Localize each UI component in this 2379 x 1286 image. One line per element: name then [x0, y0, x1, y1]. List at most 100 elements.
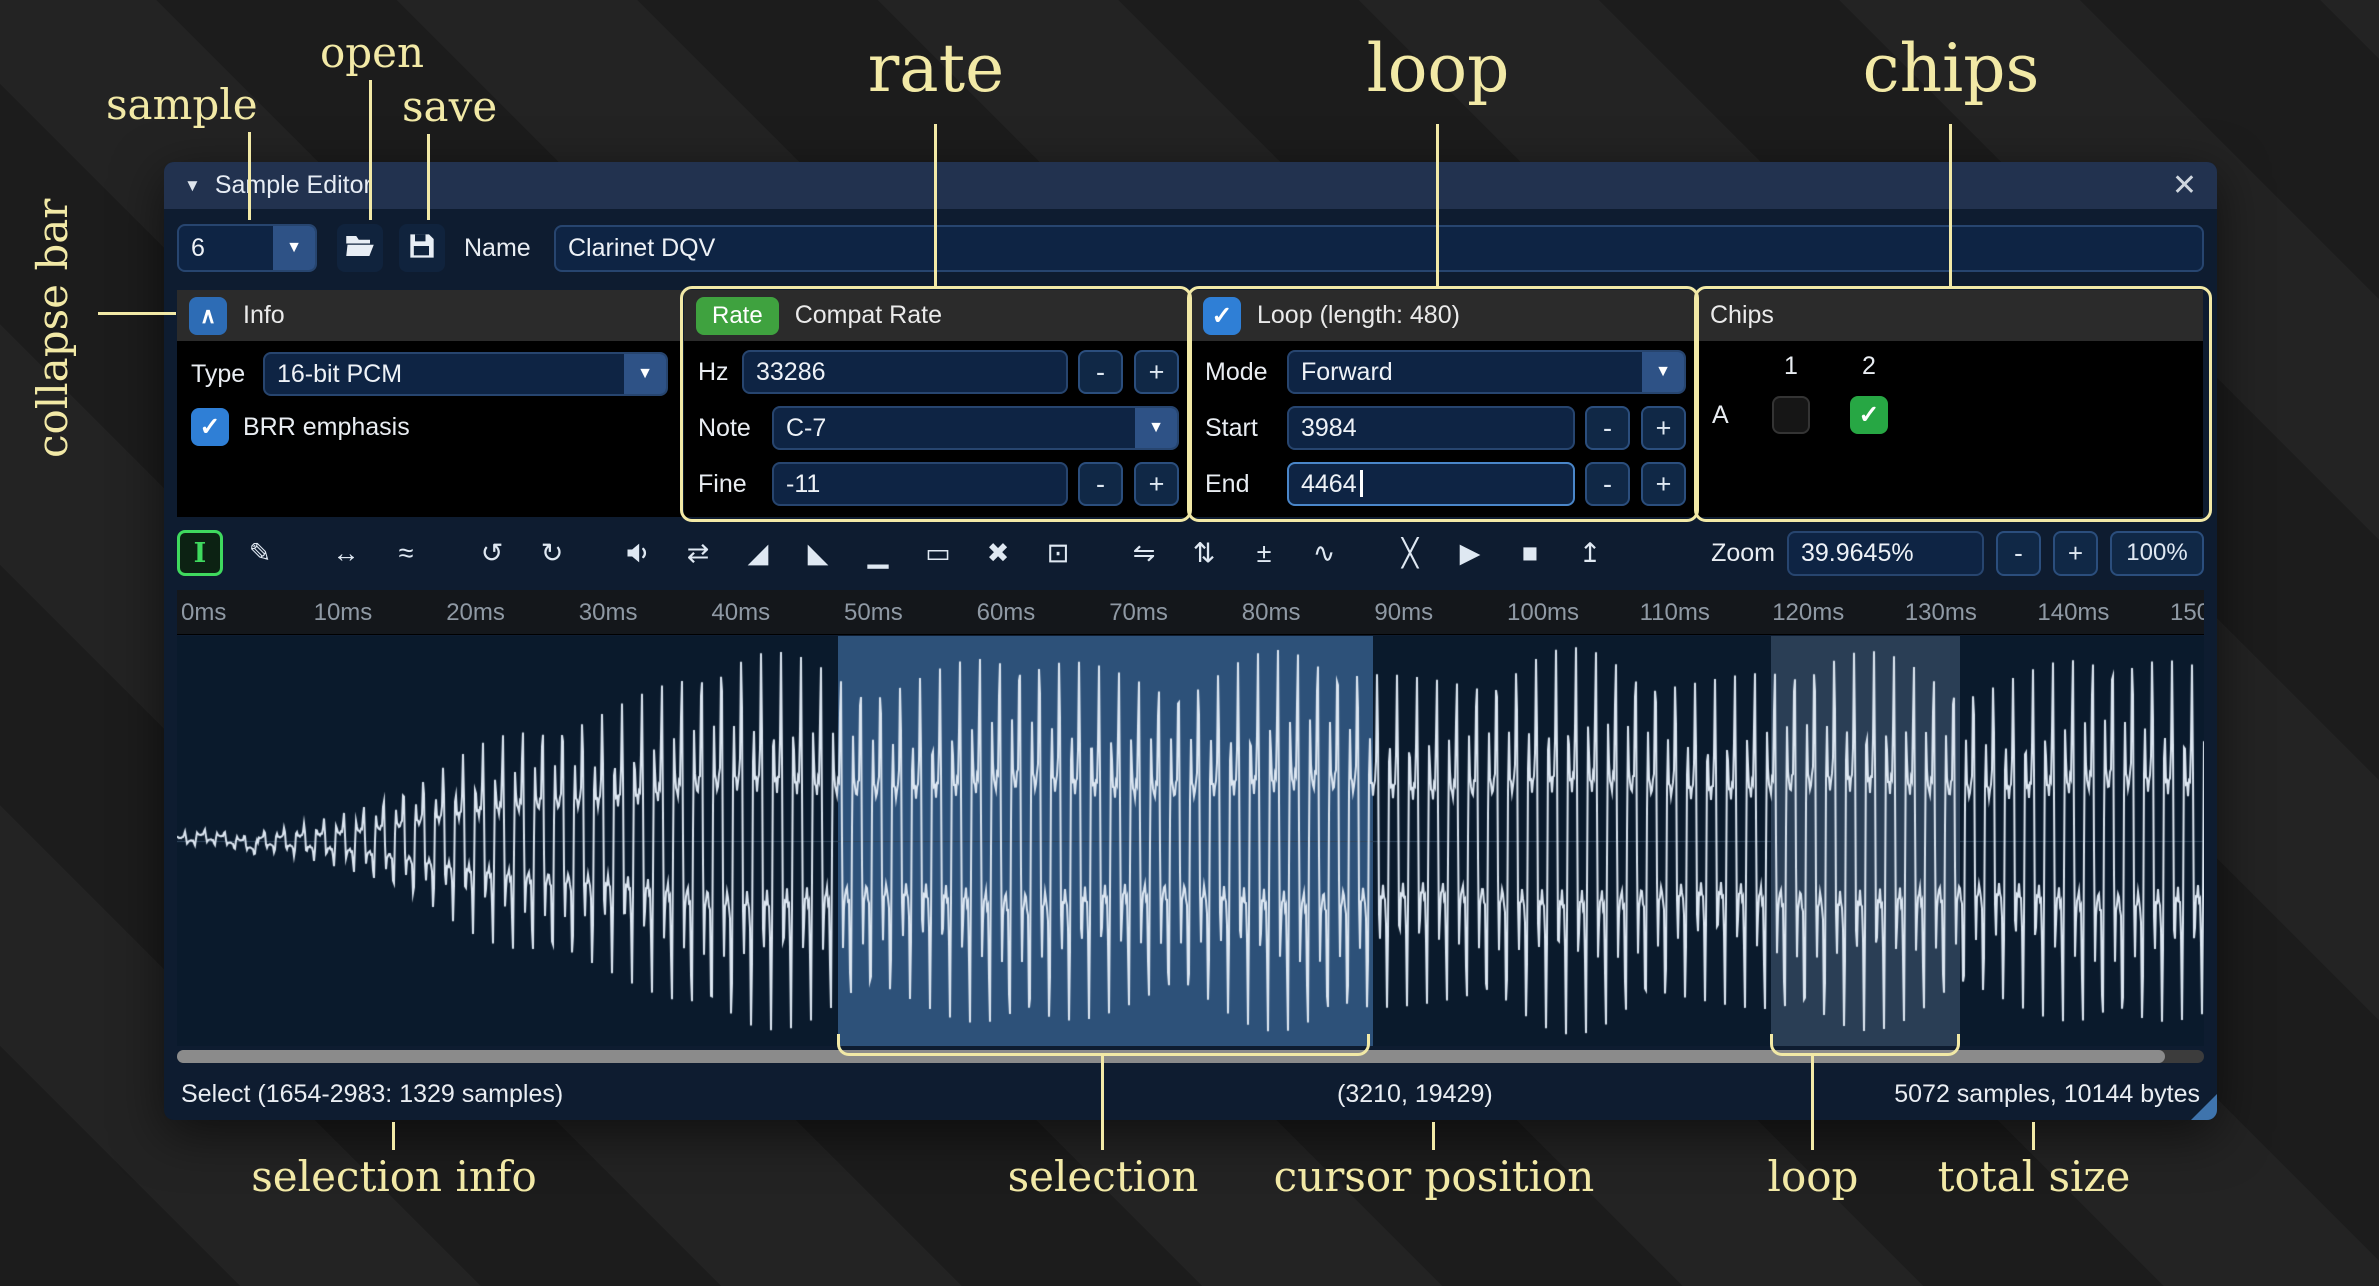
folder-open-icon: [345, 231, 375, 266]
ruler-label: 0ms: [181, 599, 226, 627]
trim-icon[interactable]: ⊡: [1035, 530, 1081, 576]
invert-icon[interactable]: ⇅: [1181, 530, 1227, 576]
reverse-icon[interactable]: ⇋: [1121, 530, 1167, 576]
ruler-label: 50ms: [844, 599, 903, 627]
annotation-cursor-position: cursor position: [1274, 1152, 1595, 1201]
ruler-label: 60ms: [977, 599, 1036, 627]
timeline-ruler: 0ms10ms20ms30ms40ms50ms60ms70ms80ms90ms1…: [177, 590, 2204, 635]
zoom-label: Zoom: [1711, 531, 1775, 575]
status-bar: Select (1654-2983: 1329 samples) (3210, …: [177, 1067, 2204, 1120]
name-label: Name: [464, 224, 531, 272]
resize-icon[interactable]: ↔: [323, 530, 369, 576]
info-panel-title: Info: [243, 301, 285, 330]
selection-bracket: [837, 1034, 1370, 1056]
select-tool-icon[interactable]: I: [177, 530, 223, 576]
waveform-view: [177, 636, 2204, 1046]
highlight-box-loop: [1187, 286, 1699, 522]
fade-out-icon[interactable]: ◣: [795, 530, 841, 576]
sample-number-dropdown[interactable]: 6 ▼: [177, 224, 317, 272]
annotation-line: [1436, 124, 1439, 286]
import-icon[interactable]: ↥: [1567, 530, 1613, 576]
ruler-label: 130ms: [1905, 599, 1977, 627]
window-collapse-icon[interactable]: ▼: [184, 176, 201, 196]
zoom-input[interactable]: 39.9645%: [1787, 531, 1984, 576]
zoom-in-button[interactable]: +: [2053, 531, 2098, 576]
annotation-collapse-bar: collapse bar: [28, 178, 77, 458]
ruler-label: 110ms: [1640, 599, 1710, 627]
annotation-sample: sample: [106, 80, 258, 129]
annotation-save: save: [402, 82, 497, 131]
brr-emphasis-checkbox[interactable]: ✓: [191, 408, 229, 446]
highlight-box-chips: [1694, 286, 2212, 522]
annotation-rate: rate: [868, 30, 1004, 107]
type-dropdown[interactable]: 16-bit PCM ▼: [263, 352, 668, 396]
tool-group: ⇋ ⇅ ± ∿: [1121, 530, 1347, 576]
chevron-down-icon: ▼: [273, 226, 315, 270]
annotation-line: [1949, 124, 1952, 286]
tool-group: ↔≈: [323, 530, 429, 576]
annotation-line: [1101, 1056, 1104, 1150]
annotation-chips: chips: [1863, 30, 2040, 107]
annotation-open: open: [320, 28, 424, 77]
annotation-selection: selection: [1008, 1152, 1199, 1201]
selection-info-text: Select (1654-2983: 1329 samples): [181, 1080, 563, 1109]
insert-silence-icon[interactable]: ▁: [855, 530, 901, 576]
tool-group: ╳ ▶ ■ ↥: [1387, 530, 1613, 576]
annotation-selection-info: selection info: [251, 1152, 537, 1201]
ruler-label: 120ms: [1772, 599, 1844, 627]
zoom-reset-button[interactable]: 100%: [2110, 531, 2204, 576]
zoom-out-button[interactable]: -: [1996, 531, 2041, 576]
delete-icon[interactable]: ✖: [975, 530, 1021, 576]
tool-group: ↺↻: [469, 530, 575, 576]
collapse-bar-icon[interactable]: ∧: [189, 297, 227, 335]
waveform-canvas[interactable]: [177, 636, 2204, 1046]
annotation-loop-bottom: loop: [1768, 1152, 1859, 1201]
resize-grip[interactable]: [2191, 1094, 2217, 1120]
undo-icon[interactable]: ↺: [469, 530, 515, 576]
ruler-label: 150ms: [2170, 599, 2204, 627]
apply-silence-icon[interactable]: ▭: [915, 530, 961, 576]
sign-icon[interactable]: ±: [1241, 530, 1287, 576]
resample-icon[interactable]: ≈: [383, 530, 429, 576]
highlight-box-rate: [680, 286, 1192, 522]
redo-icon[interactable]: ↻: [529, 530, 575, 576]
toolbar-groups: I✎↔≈↺↻⇄◢◣▁▭✖⊡⇋⇅±∿╳▶■↥: [177, 530, 1653, 576]
ruler-label: 40ms: [711, 599, 770, 627]
annotation-line: [1432, 1122, 1435, 1150]
ruler-label: 70ms: [1109, 599, 1168, 627]
normalize-icon[interactable]: ⇄: [675, 530, 721, 576]
sample-number-value: 6: [179, 226, 273, 270]
ruler-label: 20ms: [446, 599, 505, 627]
ruler-label: 10ms: [314, 599, 373, 627]
zoom-cluster: Zoom 39.9645% - + 100%: [1711, 531, 2204, 576]
type-label: Type: [191, 352, 245, 396]
type-value: 16-bit PCM: [265, 354, 624, 394]
brr-emphasis-label: BRR emphasis: [243, 408, 410, 446]
preview-icon[interactable]: ▶: [1447, 530, 1493, 576]
annotation-line: [1811, 1056, 1814, 1150]
stop-icon[interactable]: ■: [1507, 530, 1553, 576]
info-panel-header: ∧ Info: [177, 290, 682, 342]
window-title: Sample Editor: [215, 171, 372, 200]
filter-icon[interactable]: ∿: [1301, 530, 1347, 576]
sample-name-input[interactable]: Clarinet DQV: [554, 225, 2204, 272]
chevron-down-icon: ▼: [624, 354, 666, 394]
annotation-line: [392, 1122, 395, 1150]
loop-bracket: [1770, 1034, 1960, 1056]
annotation-line: [369, 80, 372, 220]
toolbar: I✎↔≈↺↻⇄◢◣▁▭✖⊡⇋⇅±∿╳▶■↥ Zoom 39.9645% - + …: [177, 530, 2204, 576]
open-button[interactable]: [337, 224, 383, 272]
info-panel: ∧ Info Type 16-bit PCM ▼ ✓ BRR emphasis: [177, 290, 682, 518]
ruler-label: 100ms: [1507, 599, 1579, 627]
crossfade-icon[interactable]: ╳: [1387, 530, 1433, 576]
annotation-line: [98, 312, 176, 315]
amplify-icon[interactable]: [615, 530, 661, 576]
draw-tool-icon[interactable]: ✎: [237, 530, 283, 576]
save-button[interactable]: [399, 224, 445, 272]
close-icon[interactable]: ✕: [2172, 168, 2197, 203]
annotation-line: [248, 132, 251, 220]
ruler-label: 80ms: [1242, 599, 1301, 627]
annotation-line: [2032, 1122, 2035, 1150]
cursor-position-text: (3210, 19429): [1337, 1080, 1493, 1109]
fade-in-icon[interactable]: ◢: [735, 530, 781, 576]
